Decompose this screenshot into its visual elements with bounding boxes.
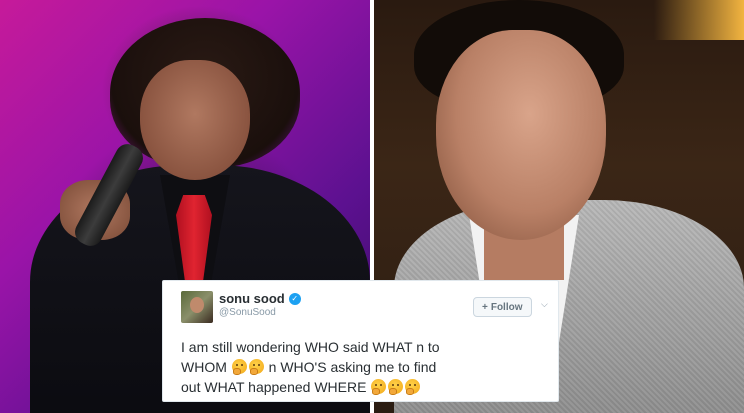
tweet-text-line-3: out WHAT happened WHERE xyxy=(181,377,551,397)
left-photo-face xyxy=(140,60,250,180)
follow-button[interactable]: + Follow xyxy=(473,297,532,317)
tweet-text-where: out WHAT happened WHERE xyxy=(181,379,367,395)
tweet-card: sonu sood ✓ @SonuSood + Follow ⌵ I am st… xyxy=(162,280,559,402)
thinking-face-emoji xyxy=(248,359,264,375)
add-person-icon: + xyxy=(482,301,488,313)
chevron-down-icon[interactable]: ⌵ xyxy=(541,299,548,310)
tweet-text-whom: WHOM xyxy=(181,359,227,375)
tweet-text-line-1: I am still wondering WHO said WHAT n to xyxy=(181,339,440,355)
avatar[interactable] xyxy=(181,291,213,323)
user-handle[interactable]: @SonuSood xyxy=(219,307,276,318)
right-photo-face xyxy=(436,30,606,240)
verified-badge-icon: ✓ xyxy=(288,292,301,305)
tweet-text-line-2: WHOM n WHO'S asking me to find xyxy=(181,357,551,377)
tweet-text-whos: n WHO'S asking me to find xyxy=(268,359,437,375)
tweet-text: I am still wondering WHO said WHAT n to … xyxy=(181,337,551,397)
thinking-face-emoji xyxy=(388,379,404,395)
thinking-face-emoji xyxy=(371,379,387,395)
follow-label: Follow xyxy=(490,301,523,313)
name-row: sonu sood ✓ xyxy=(219,291,301,306)
display-name[interactable]: sonu sood xyxy=(219,291,285,306)
right-photo-light xyxy=(654,0,744,40)
thinking-face-emoji xyxy=(231,359,247,375)
tweet-header: sonu sood ✓ @SonuSood + Follow ⌵ xyxy=(181,291,548,323)
thinking-face-emoji xyxy=(405,379,421,395)
